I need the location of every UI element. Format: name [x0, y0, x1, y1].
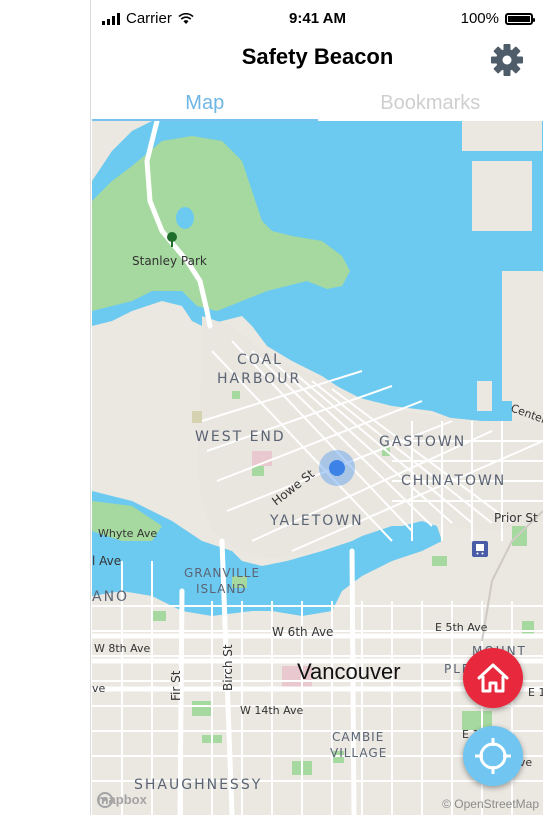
phone-screen: Carrier 9:41 AM 100% Safety Beacon Map B… [92, 0, 543, 815]
home-icon [477, 663, 509, 693]
label-birch-st: Birch St [221, 644, 235, 691]
label-ano: ANO [92, 589, 129, 605]
label-prior-st: Prior St [494, 511, 538, 525]
label-gastown: GASTOWN [379, 434, 466, 450]
settings-button[interactable] [487, 40, 527, 80]
label-whyte-ave: Whyte Ave [98, 527, 157, 540]
map-canvas[interactable]: Stanley Park COAL HARBOUR WEST END GASTO… [92, 121, 543, 815]
crosshair-icon [475, 738, 511, 774]
tab-bar: Map Bookmarks [92, 84, 543, 122]
left-gutter [0, 0, 91, 815]
page-title: Safety Beacon [241, 44, 394, 69]
user-location-marker [319, 450, 355, 486]
label-cambie: CAMBIE [332, 730, 384, 744]
osm-attribution[interactable]: © OpenStreetMap [442, 797, 539, 811]
label-stanley-park: Stanley Park [132, 254, 207, 268]
label-e1: E 1 [528, 686, 543, 699]
tab-bookmarks[interactable]: Bookmarks [318, 84, 543, 122]
locate-button[interactable] [463, 726, 523, 786]
label-shaughnessy: SHAUGHNESSY [134, 777, 262, 793]
label-granville: GRANVILLE [184, 566, 260, 580]
label-village: VILLAGE [330, 746, 387, 760]
label-chinatown: CHINATOWN [401, 473, 506, 489]
label-ve: ve [92, 682, 106, 695]
battery-percent: 100% [460, 10, 499, 27]
label-coal: COAL [237, 352, 283, 368]
status-bar: Carrier 9:41 AM 100% [92, 0, 543, 36]
tab-map-label: Map [185, 92, 225, 114]
tab-map[interactable]: Map [92, 84, 318, 122]
label-fir-st: Fir St [169, 670, 183, 701]
label-yaletown: YALETOWN [269, 513, 364, 529]
label-island: ISLAND [196, 582, 247, 596]
battery-icon [505, 12, 535, 25]
status-right: 100% [460, 10, 535, 27]
label-west-end: WEST END [195, 429, 286, 445]
mapbox-icon [97, 792, 113, 808]
label-e5th: E 5th Ave [435, 621, 488, 634]
label-l-ave: l Ave [92, 554, 121, 568]
navigation-bar: Safety Beacon [92, 36, 543, 84]
mapbox-logo[interactable]: mapbox [97, 792, 147, 808]
label-w8th: W 8th Ave [94, 642, 151, 655]
label-vancouver: Vancouver [297, 659, 401, 684]
label-w6th: W 6th Ave [272, 625, 333, 639]
tab-bookmarks-label: Bookmarks [380, 92, 481, 114]
gear-icon [491, 44, 523, 76]
home-button[interactable] [463, 648, 523, 708]
label-w14th: W 14th Ave [240, 704, 304, 717]
transit-icon [472, 541, 488, 557]
map-lost-lagoon [176, 207, 194, 229]
map-view[interactable]: Stanley Park COAL HARBOUR WEST END GASTO… [92, 121, 543, 815]
label-harbour: HARBOUR [217, 371, 301, 387]
